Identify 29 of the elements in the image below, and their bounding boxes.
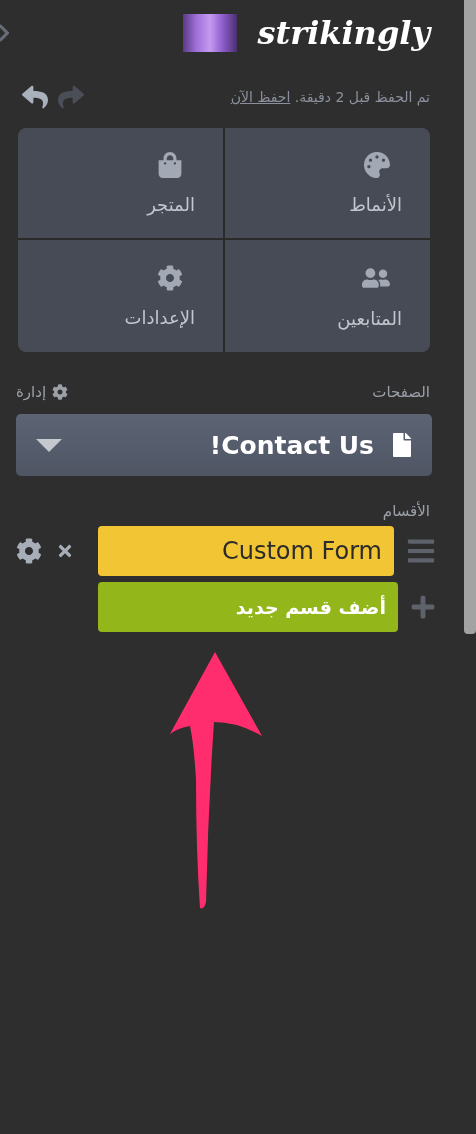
gear-icon — [52, 384, 69, 400]
bag-icon — [157, 151, 183, 178]
page-dropdown[interactable]: Contact Us! — [16, 414, 432, 476]
pages-label: الصفحات — [372, 383, 430, 401]
logo-wordmark: strikingly — [257, 14, 430, 52]
logo-icon — [183, 14, 238, 52]
tile-label: المتجر — [147, 193, 195, 215]
tile-label: الأنماط — [349, 193, 402, 215]
section-item[interactable]: Custom Form — [98, 526, 394, 576]
caret-icon — [36, 438, 62, 452]
plus-icon[interactable] — [410, 594, 436, 620]
scrollbar-thumb[interactable] — [464, 0, 476, 634]
page-title: Contact Us! — [209, 430, 374, 460]
save-now-link[interactable]: احفظ الآن — [230, 89, 291, 105]
menu-tile[interactable]: الإعدادات — [18, 240, 223, 352]
menu-tile[interactable]: المتجر — [18, 128, 223, 238]
page-icon — [390, 433, 414, 457]
close-icon[interactable] — [56, 542, 74, 560]
settings-icon[interactable] — [16, 538, 42, 564]
save-status: تم الحفظ قبل 2 دقيقة. احفظ الآن — [230, 89, 430, 105]
menu-tile[interactable]: الأنماط — [225, 128, 430, 238]
undo-icon[interactable] — [22, 84, 48, 110]
sections-label: الأقسام — [382, 502, 430, 520]
tile-label: الإعدادات — [124, 306, 195, 328]
manage-link[interactable]: إدارة — [16, 383, 69, 401]
palette-icon — [364, 151, 390, 178]
menu-tile[interactable]: المتابعين — [225, 240, 430, 352]
tile-label: المتابعين — [337, 307, 402, 329]
settings-icon — [157, 264, 183, 291]
